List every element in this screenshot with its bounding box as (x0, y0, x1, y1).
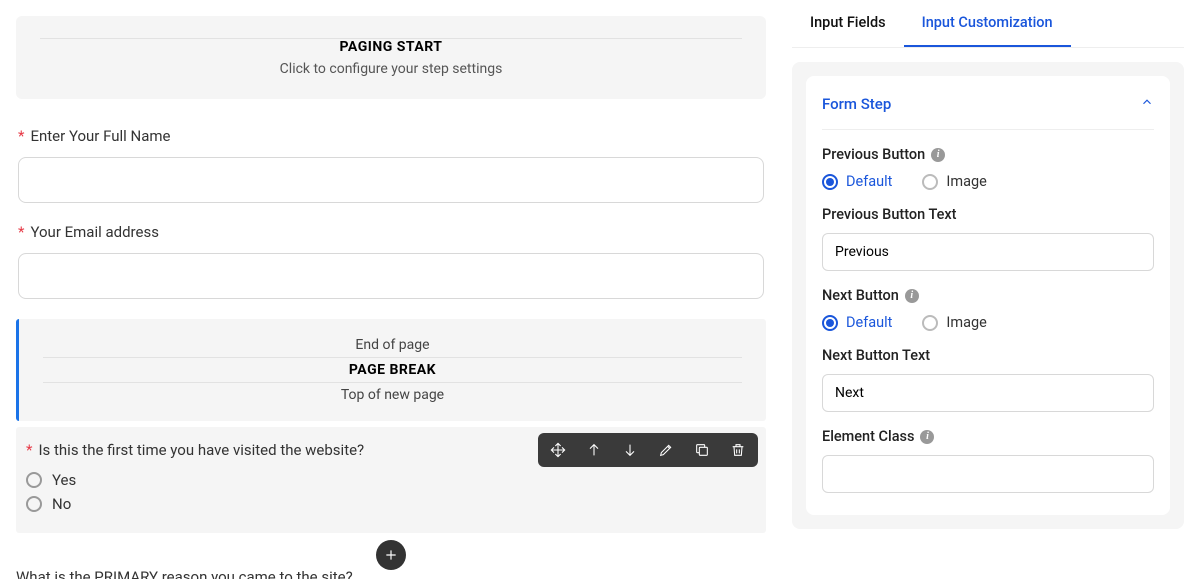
radio-icon (26, 472, 42, 488)
paging-start-block[interactable]: PAGING START Click to configure your ste… (16, 16, 766, 99)
info-icon[interactable]: i (905, 289, 919, 303)
chevron-up-icon (1140, 94, 1154, 113)
next-text-input[interactable] (822, 374, 1154, 412)
duplicate-icon[interactable] (684, 437, 720, 463)
field-toolbar (538, 433, 758, 467)
field-first-visit-label: Is this the first time you have visited … (38, 441, 364, 459)
page-break-block[interactable]: End of page PAGE BREAK Top of new page (16, 319, 766, 421)
page-break-end-text: End of page (19, 337, 766, 353)
field-full-name-label: Enter Your Full Name (30, 127, 170, 145)
email-input[interactable] (18, 253, 764, 299)
radio-default-label: Default (846, 173, 892, 190)
required-asterisk: * (26, 441, 32, 459)
prev-btn-image-radio[interactable]: Image (922, 173, 986, 190)
tab-input-customization[interactable]: Input Customization (904, 0, 1071, 47)
full-name-input[interactable] (18, 157, 764, 203)
radio-option-no[interactable]: No (26, 495, 756, 513)
element-class-input[interactable] (822, 455, 1154, 493)
page-break-title: PAGE BREAK (19, 362, 766, 378)
paging-start-subtitle: Click to configure your step settings (16, 61, 766, 77)
form-step-header[interactable]: Form Step (822, 94, 1154, 130)
edit-icon[interactable] (648, 437, 684, 463)
radio-yes-label: Yes (52, 471, 76, 489)
add-field-button[interactable] (376, 540, 406, 570)
required-asterisk: * (18, 127, 24, 145)
next-btn-image-radio[interactable]: Image (922, 314, 986, 331)
form-step-card: Form Step Previous Buttoni Default Image… (806, 76, 1170, 515)
move-down-icon[interactable] (612, 437, 648, 463)
element-class-label: Element Classi (822, 428, 1154, 445)
page-break-top-text: Top of new page (19, 387, 766, 403)
delete-icon[interactable] (720, 437, 756, 463)
form-step-title: Form Step (822, 95, 891, 113)
next-text-label: Next Button Text (822, 347, 1154, 364)
field-email-label: Your Email address (30, 223, 158, 241)
radio-no-label: No (52, 495, 71, 513)
prev-btn-default-radio[interactable]: Default (822, 173, 892, 190)
field-full-name[interactable]: * Enter Your Full Name (16, 127, 766, 203)
info-icon[interactable]: i (931, 148, 945, 162)
move-handle-icon[interactable] (540, 437, 576, 463)
prev-text-label: Previous Button Text (822, 206, 1154, 223)
radio-image-label: Image (946, 314, 986, 331)
next-button-label: Next Buttoni (822, 287, 1154, 304)
sidebar-tabs: Input Fields Input Customization (792, 0, 1184, 48)
radio-option-yes[interactable]: Yes (26, 471, 756, 489)
previous-button-label: Previous Buttoni (822, 146, 1154, 163)
field-email[interactable]: * Your Email address (16, 223, 766, 299)
field-first-visit[interactable]: * Is this the first time you have visited… (16, 427, 766, 533)
info-icon[interactable]: i (920, 430, 934, 444)
paging-start-title: PAGING START (16, 39, 766, 55)
required-asterisk: * (18, 223, 24, 241)
move-up-icon[interactable] (576, 437, 612, 463)
radio-image-label: Image (946, 173, 986, 190)
tab-input-fields[interactable]: Input Fields (792, 0, 904, 47)
radio-default-label: Default (846, 314, 892, 331)
next-btn-default-radio[interactable]: Default (822, 314, 892, 331)
radio-icon (26, 496, 42, 512)
prev-text-input[interactable] (822, 233, 1154, 271)
